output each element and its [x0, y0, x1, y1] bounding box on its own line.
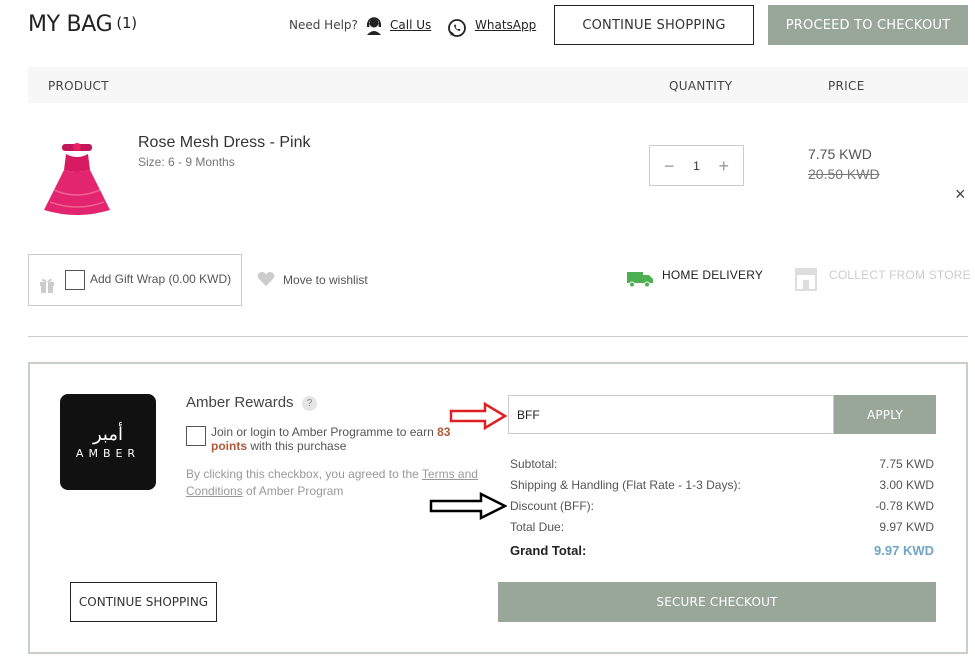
- bag-count: (1): [116, 14, 137, 32]
- need-help-label: Need Help?: [289, 18, 358, 32]
- column-quantity: QUANTITY: [669, 79, 733, 93]
- increase-quantity-button[interactable]: +: [718, 157, 729, 175]
- whatsapp-icon[interactable]: [447, 18, 467, 38]
- total-due-value: 9.97 KWD: [879, 520, 934, 534]
- subtotal-label: Subtotal:: [510, 457, 558, 471]
- total-due-label: Total Due:: [510, 520, 565, 534]
- grand-total-value: 9.97 KWD: [874, 543, 934, 558]
- column-product: PRODUCT: [48, 79, 109, 93]
- apply-coupon-button[interactable]: APPLY: [834, 395, 936, 434]
- amber-rewards-title: Amber Rewards: [186, 394, 294, 411]
- shipping-value: 3.00 KWD: [879, 478, 934, 492]
- headset-icon[interactable]: [364, 16, 384, 36]
- coupon-code-input[interactable]: [508, 395, 834, 434]
- help-icon[interactable]: ?: [302, 396, 317, 411]
- product-image[interactable]: [40, 140, 114, 218]
- gift-wrap-checkbox[interactable]: [65, 270, 85, 290]
- collect-from-store-option[interactable]: COLLECT FROM STORE: [829, 268, 971, 282]
- product-size: Size: 6 - 9 Months: [138, 155, 235, 169]
- shipping-label: Shipping & Handling (Flat Rate - 1-3 Day…: [510, 478, 741, 492]
- table-header: [28, 67, 968, 103]
- continue-shopping-bottom-button[interactable]: CONTINUE SHOPPING: [70, 582, 217, 622]
- amber-logo-english: AMBER: [75, 447, 141, 460]
- column-price: PRICE: [828, 79, 865, 93]
- gift-icon: [40, 278, 54, 293]
- call-us-link[interactable]: Call Us: [390, 18, 431, 32]
- current-price: 7.75 KWD: [808, 146, 872, 162]
- quantity-value: 1: [693, 158, 700, 173]
- amber-logo: أمبر AMBER: [60, 394, 156, 490]
- quantity-stepper: − 1 +: [649, 145, 744, 186]
- amber-join-checkbox[interactable]: [186, 426, 206, 446]
- amber-join-text: Join or login to Amber Programme to earn…: [211, 425, 451, 453]
- proceed-to-checkout-button[interactable]: PROCEED TO CHECKOUT: [768, 5, 968, 45]
- decrease-quantity-button[interactable]: −: [664, 157, 675, 175]
- page-title: MY BAG (1): [28, 12, 137, 37]
- discount-label: Discount (BFF):: [510, 499, 595, 513]
- secure-checkout-button[interactable]: SECURE CHECKOUT: [498, 582, 936, 622]
- red-arrow-annotation: [449, 402, 507, 430]
- amber-logo-arabic: أمبر: [92, 424, 123, 445]
- product-name[interactable]: Rose Mesh Dress - Pink: [138, 134, 311, 152]
- home-delivery-option[interactable]: HOME DELIVERY: [662, 268, 763, 282]
- original-price: 20.50 KWD: [808, 166, 880, 182]
- grand-total-label: Grand Total:: [510, 543, 587, 558]
- move-to-wishlist-link[interactable]: Move to wishlist: [283, 273, 368, 287]
- continue-shopping-button[interactable]: CONTINUE SHOPPING: [554, 5, 754, 45]
- discount-value: -0.78 KWD: [875, 499, 934, 513]
- whatsapp-link[interactable]: WhatsApp: [475, 18, 536, 32]
- black-arrow-annotation: [429, 492, 507, 520]
- divider: [28, 336, 968, 337]
- gift-wrap-label: Add Gift Wrap (0.00 KWD): [90, 272, 232, 286]
- delivery-truck-icon[interactable]: [627, 270, 653, 288]
- remove-item-icon[interactable]: ×: [955, 184, 966, 205]
- store-icon[interactable]: [793, 266, 819, 292]
- heart-icon[interactable]: [257, 271, 275, 287]
- subtotal-value: 7.75 KWD: [879, 457, 934, 471]
